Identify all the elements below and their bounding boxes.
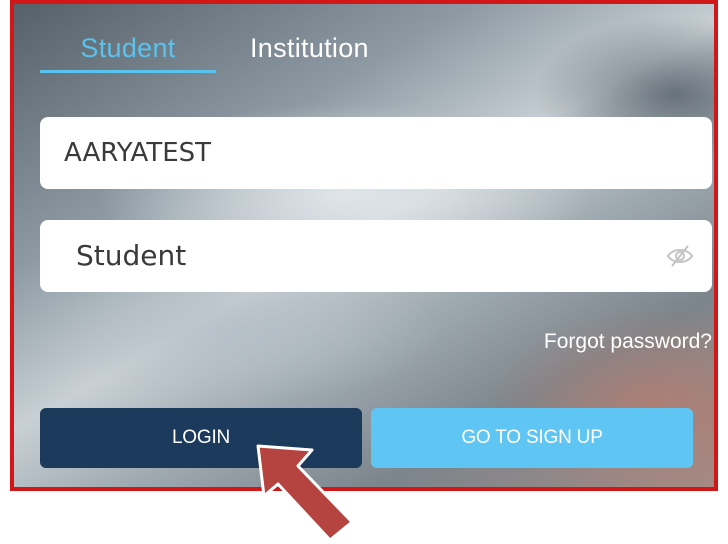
username-field[interactable]: AARYATEST [40,117,712,189]
password-field[interactable]: Student [40,220,712,292]
username-value: AARYATEST [64,138,212,168]
login-panel: Student Institution AARYATEST Student Fo… [10,0,718,491]
signup-button[interactable]: GO TO SIGN UP [371,408,693,468]
tab-institution[interactable]: Institution [250,26,369,70]
screen: Student Institution AARYATEST Student Fo… [0,0,728,544]
forgot-password-link[interactable]: Forgot password? [544,330,712,354]
login-tabs: Student Institution [40,26,369,78]
eye-off-icon[interactable] [666,244,694,268]
password-value: Student [76,239,187,272]
tab-student[interactable]: Student [40,26,216,73]
arrow-pointer-icon [256,444,354,542]
